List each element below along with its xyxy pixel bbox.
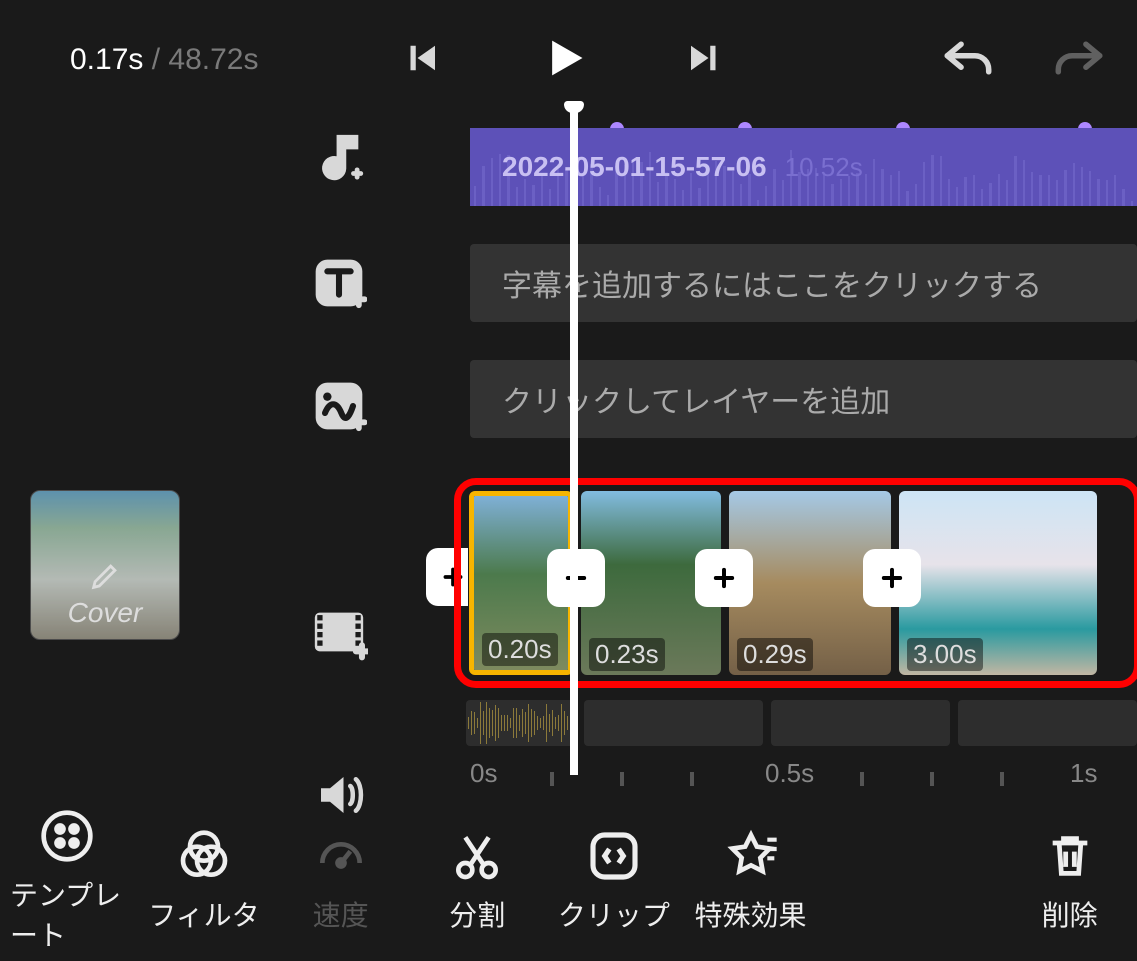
current-time: 0.17s: [70, 43, 143, 76]
add-transition-button-0[interactable]: [547, 549, 605, 607]
top-playback-bar: 0.17s / 48.72s: [0, 30, 1137, 90]
history-controls: [940, 35, 1107, 86]
redo-button[interactable]: [1051, 35, 1107, 86]
time-display: 0.17s / 48.72s: [70, 43, 258, 77]
video-clip-3[interactable]: 3.00s: [899, 491, 1097, 675]
bottom-toolbar: テンプレート フィルタ 速度 分割 クリップ 特殊効果 削除: [0, 801, 1137, 961]
clip-duration: 0.20s: [482, 633, 558, 666]
audio-segment[interactable]: [584, 700, 763, 746]
cover-button[interactable]: Cover: [30, 490, 180, 640]
highlighted-clip-strip: 0.20s 0.23s 0.29s 3.00s: [454, 478, 1137, 688]
add-text-button[interactable]: [311, 255, 367, 316]
subtitle-track[interactable]: 字幕を追加するにはここをクリックする: [470, 244, 1137, 322]
add-layer-button[interactable]: [311, 378, 367, 439]
speed-label: 速度: [313, 894, 369, 934]
time-ruler: 0s 0.5s 1s: [470, 758, 1137, 798]
clip-duration: 0.29s: [737, 638, 813, 671]
speed-button[interactable]: 速度: [283, 822, 398, 940]
audio-segment[interactable]: [958, 700, 1137, 746]
filter-label: フィルタ: [148, 894, 259, 934]
delete-label: 削除: [1042, 894, 1098, 934]
effects-label: 特殊効果: [695, 894, 807, 934]
template-button[interactable]: テンプレート: [10, 802, 125, 960]
cover-label: Cover: [68, 597, 143, 629]
split-label: 分割: [449, 894, 505, 934]
split-button[interactable]: 分割: [420, 822, 535, 940]
audio-segment[interactable]: [466, 700, 576, 746]
ruler-label: 1s: [1070, 758, 1097, 789]
clip-label: クリップ: [558, 894, 670, 934]
transport-controls: [400, 32, 726, 89]
add-music-button[interactable]: [310, 130, 368, 193]
layer-prompt: クリックしてレイヤーを追加: [502, 377, 890, 421]
skip-start-button[interactable]: [400, 37, 442, 84]
ruler-label: 0.5s: [765, 758, 814, 789]
ruler-label: 0s: [470, 758, 497, 789]
template-label: テンプレート: [10, 874, 125, 954]
effects-button[interactable]: 特殊効果: [693, 822, 808, 940]
undo-button[interactable]: [940, 35, 996, 86]
audio-segment[interactable]: [771, 700, 950, 746]
timeline-tracks: 2022-05-01-15-57-06 10.52s 字幕を追加するにはここをク…: [470, 128, 1137, 798]
filter-button[interactable]: フィルタ: [147, 822, 262, 940]
clip-audio-strip: [466, 700, 1137, 746]
skip-end-button[interactable]: [684, 37, 726, 84]
total-time: 48.72s: [168, 43, 258, 76]
add-transition-button-2[interactable]: [863, 549, 921, 607]
subtitle-prompt: 字幕を追加するにはここをクリックする: [502, 261, 1042, 305]
delete-button[interactable]: 削除: [1012, 822, 1127, 940]
track-tool-column: [310, 130, 368, 827]
clip-button[interactable]: クリップ: [557, 822, 672, 940]
music-track[interactable]: 2022-05-01-15-57-06 10.52s: [470, 128, 1137, 206]
clip-duration: 3.00s: [907, 638, 983, 671]
audio-clip-title: 2022-05-01-15-57-06: [502, 151, 767, 183]
add-video-button[interactable]: [310, 603, 368, 666]
add-transition-button-1[interactable]: [695, 549, 753, 607]
time-separator: /: [143, 43, 168, 76]
clip-duration: 0.23s: [589, 638, 665, 671]
layer-track[interactable]: クリックしてレイヤーを追加: [470, 360, 1137, 438]
audio-clip-duration: 10.52s: [785, 152, 863, 183]
play-button[interactable]: [537, 32, 589, 89]
